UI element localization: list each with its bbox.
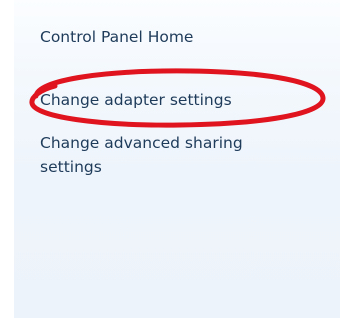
sharing-link-line-2: settings	[40, 158, 102, 176]
sharing-link-line-1: Change advanced sharing	[40, 134, 243, 152]
change-adapter-settings-link[interactable]: Change adapter settings	[40, 88, 232, 112]
change-advanced-sharing-settings-link[interactable]: Change advanced sharing settings	[40, 131, 243, 179]
control-panel-home-link[interactable]: Control Panel Home	[40, 25, 193, 49]
